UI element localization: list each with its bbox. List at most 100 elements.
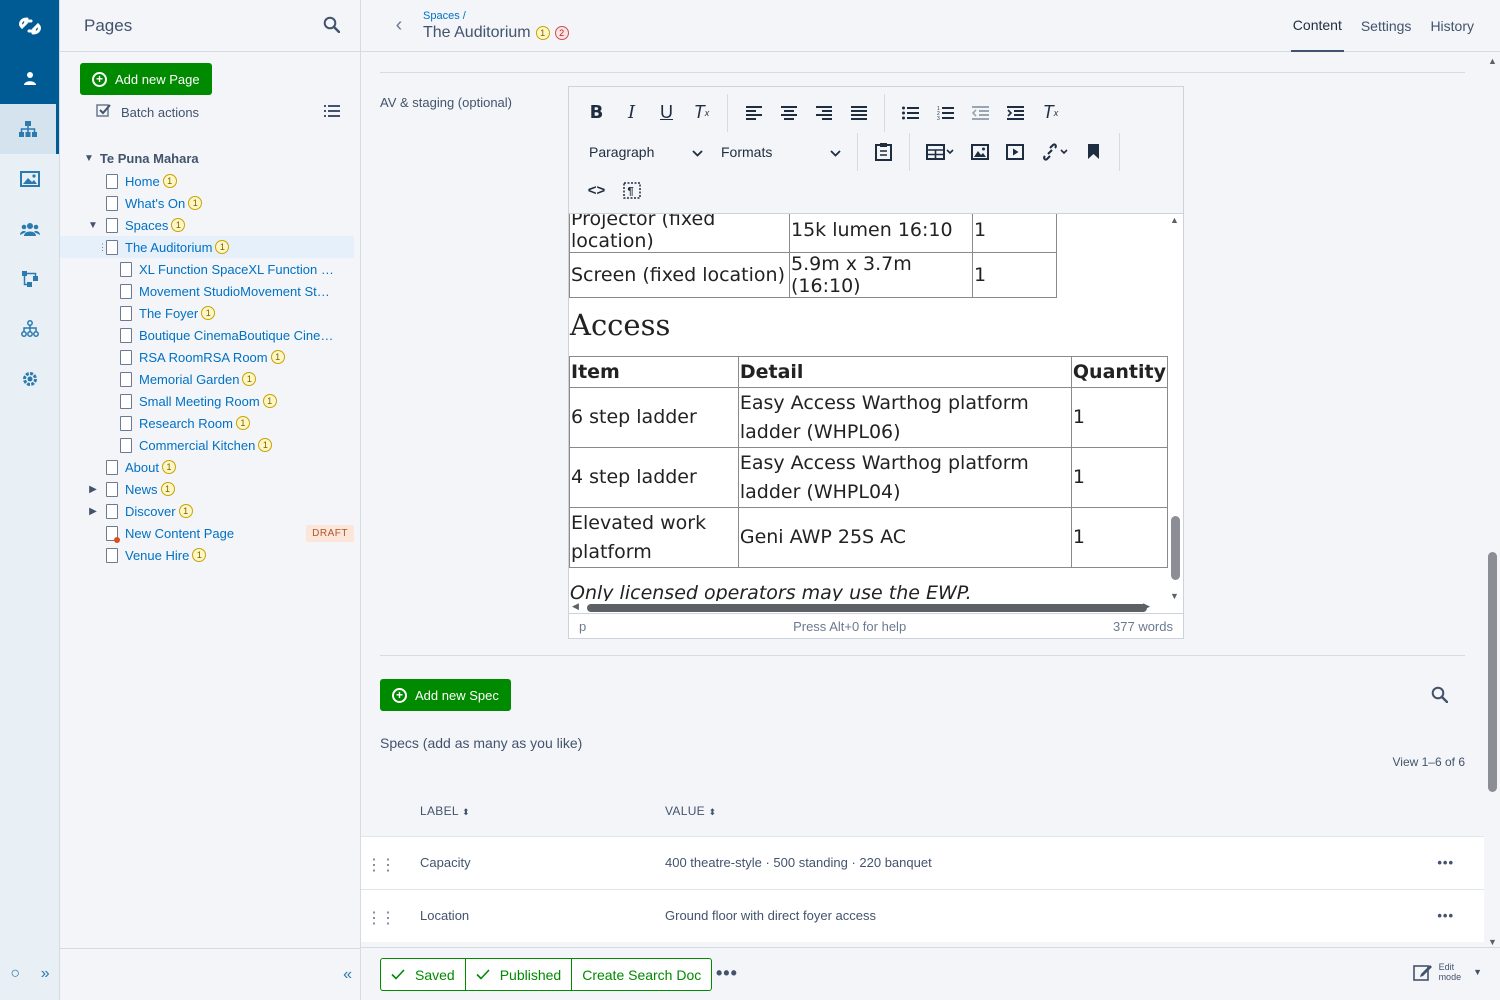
user-profile-icon[interactable]: [0, 52, 59, 104]
scroll-left-arrow-icon[interactable]: ◀: [572, 601, 579, 612]
table-icon[interactable]: [918, 137, 962, 167]
editor-vertical-scrollbar[interactable]: ▲ ▼: [1167, 214, 1183, 601]
search-icon[interactable]: [323, 16, 341, 36]
drag-handle-icon[interactable]: ⋮⋮: [98, 242, 116, 253]
tab-content[interactable]: Content: [1290, 0, 1344, 52]
collapse-panel-icon[interactable]: «: [343, 966, 352, 984]
tree-item-label[interactable]: Memorial Garden: [139, 372, 239, 387]
row-actions-icon[interactable]: •••: [1437, 855, 1454, 870]
insert-image-icon[interactable]: [962, 137, 997, 167]
tree-item[interactable]: Movement StudioMovement Studio: [60, 280, 360, 302]
tree-item[interactable]: Small Meeting Room 1: [60, 390, 360, 412]
tree-item[interactable]: Commercial Kitchen 1: [60, 434, 360, 456]
expand-triangle-icon[interactable]: ▼: [84, 153, 94, 164]
tree-item[interactable]: Venue Hire 1: [60, 544, 360, 566]
main-vertical-scrollbar[interactable]: ▲ ▼: [1484, 52, 1500, 947]
tree-item-label[interactable]: Spaces: [125, 218, 168, 233]
main-scroll-thumb[interactable]: [1488, 552, 1497, 792]
help-circle-icon[interactable]: ○: [10, 965, 20, 983]
tree-toggle-icon[interactable]: ▶: [86, 484, 100, 495]
align-justify-icon[interactable]: [841, 98, 876, 128]
tree-item-label[interactable]: About: [125, 460, 159, 475]
security-users-icon[interactable]: [0, 204, 59, 254]
tree-item[interactable]: RSA RoomRSA Room 1: [60, 346, 360, 368]
tree-item[interactable]: ⋮⋮ The Auditorium1: [60, 236, 354, 258]
tree-item-label[interactable]: RSA RoomRSA Room: [139, 350, 268, 365]
tree-toggle-icon[interactable]: ▼: [86, 220, 100, 231]
pages-sitetree-icon[interactable]: [0, 104, 59, 154]
tree-item[interactable]: What's On 1: [60, 192, 360, 214]
scroll-down-arrow-icon[interactable]: ▼: [1170, 591, 1179, 601]
underline-icon[interactable]: U: [649, 98, 684, 128]
table-row[interactable]: ⋮⋮ Location Ground floor with direct foyer…: [361, 889, 1484, 942]
tree-item-label[interactable]: Movement StudioMovement Studio: [139, 284, 334, 299]
add-new-spec-button[interactable]: + Add new Spec: [380, 679, 511, 711]
tree-item-label[interactable]: XL Function SpaceXL Function Space: [139, 262, 334, 277]
clear-format-icon[interactable]: Tx: [684, 98, 719, 128]
drag-handle-icon[interactable]: ⋮⋮: [366, 855, 396, 875]
silverstripe-logo-icon[interactable]: [0, 0, 59, 52]
tree-item-label[interactable]: What's On: [125, 196, 185, 211]
paragraph-select[interactable]: Paragraph: [579, 137, 711, 167]
row-actions-icon[interactable]: •••: [1437, 908, 1454, 923]
tree-item-label[interactable]: New Content Page: [125, 526, 234, 541]
bookmark-anchor-icon[interactable]: [1076, 137, 1111, 167]
tree-item-label[interactable]: Commercial Kitchen: [139, 438, 255, 453]
numbered-list-icon[interactable]: 123: [928, 98, 963, 128]
remove-format-icon[interactable]: Tx: [1033, 98, 1068, 128]
tree-item-label[interactable]: Discover: [125, 504, 176, 519]
outdent-icon[interactable]: [963, 98, 998, 128]
breadcrumb-parent-link[interactable]: Spaces /: [423, 10, 569, 22]
editor-vscroll-thumb[interactable]: [1171, 516, 1180, 580]
expand-rail-icon[interactable]: »: [41, 965, 50, 983]
tree-item[interactable]: New Content Page DRAFT: [60, 522, 360, 544]
table-row[interactable]: ⋮⋮ Capacity 400 theatre-style · 500 standi…: [361, 836, 1484, 889]
tree-item[interactable]: About 1: [60, 456, 360, 478]
tree-item[interactable]: XL Function SpaceXL Function Space: [60, 258, 360, 280]
scroll-up-arrow-icon[interactable]: ▲: [1170, 215, 1179, 225]
settings-gear-icon[interactable]: [0, 354, 59, 404]
batch-actions-toggle[interactable]: Batch actions: [96, 103, 199, 121]
tree-item-label[interactable]: Venue Hire: [125, 548, 189, 563]
saved-button[interactable]: Saved: [381, 959, 466, 990]
show-blocks-icon[interactable]: ¶: [614, 176, 649, 206]
tree-item[interactable]: Boutique CinemaBoutique Cinema: [60, 324, 360, 346]
tree-item-label[interactable]: Home: [125, 174, 160, 189]
create-search-doc-button[interactable]: Create Search Doc: [572, 959, 711, 990]
scroll-right-arrow-icon[interactable]: ▶: [1143, 601, 1150, 612]
tab-history[interactable]: History: [1428, 0, 1476, 52]
workflow-icon[interactable]: [0, 254, 59, 304]
sort-label-column[interactable]: LABEL ⬍: [420, 804, 470, 818]
scroll-down-arrow-icon[interactable]: ▼: [1488, 937, 1497, 947]
scroll-up-arrow-icon[interactable]: ▲: [1488, 56, 1497, 66]
insert-link-icon[interactable]: [1032, 137, 1076, 167]
tree-item[interactable]: ▶ Discover 1: [60, 500, 360, 522]
tree-item[interactable]: Research Room 1: [60, 412, 360, 434]
insert-media-icon[interactable]: [997, 137, 1032, 167]
tree-item-label[interactable]: News: [125, 482, 158, 497]
caret-down-icon[interactable]: ▼: [1473, 967, 1482, 977]
tree-item-label[interactable]: Research Room: [139, 416, 233, 431]
search-icon[interactable]: [1431, 686, 1449, 706]
italic-icon[interactable]: I: [614, 98, 649, 128]
tree-item-label[interactable]: The Foyer: [139, 306, 198, 321]
tree-item[interactable]: ▼ Spaces 1: [60, 214, 360, 236]
align-right-icon[interactable]: [806, 98, 841, 128]
sitemap-icon[interactable]: [0, 304, 59, 354]
add-new-page-button[interactable]: + Add new Page: [80, 63, 212, 95]
indent-icon[interactable]: [998, 98, 1033, 128]
paste-clipboard-icon[interactable]: [866, 137, 901, 167]
tree-item-label[interactable]: Small Meeting Room: [139, 394, 260, 409]
tree-toggle-icon[interactable]: ▶: [86, 506, 100, 517]
bullet-list-icon[interactable]: [893, 98, 928, 128]
tree-item[interactable]: The Foyer 1: [60, 302, 360, 324]
source-code-icon[interactable]: <>: [579, 176, 614, 206]
published-button[interactable]: Published: [466, 959, 573, 990]
tree-item[interactable]: Memorial Garden 1: [60, 368, 360, 390]
align-center-icon[interactable]: [771, 98, 806, 128]
align-left-icon[interactable]: [736, 98, 771, 128]
sort-value-column[interactable]: VALUE ⬍: [665, 804, 716, 818]
back-chevron-icon[interactable]: ‹: [379, 14, 419, 37]
editor-content[interactable]: Projector (fixed location) 15k lumen 16:1…: [569, 214, 1168, 601]
tab-settings[interactable]: Settings: [1359, 0, 1414, 52]
